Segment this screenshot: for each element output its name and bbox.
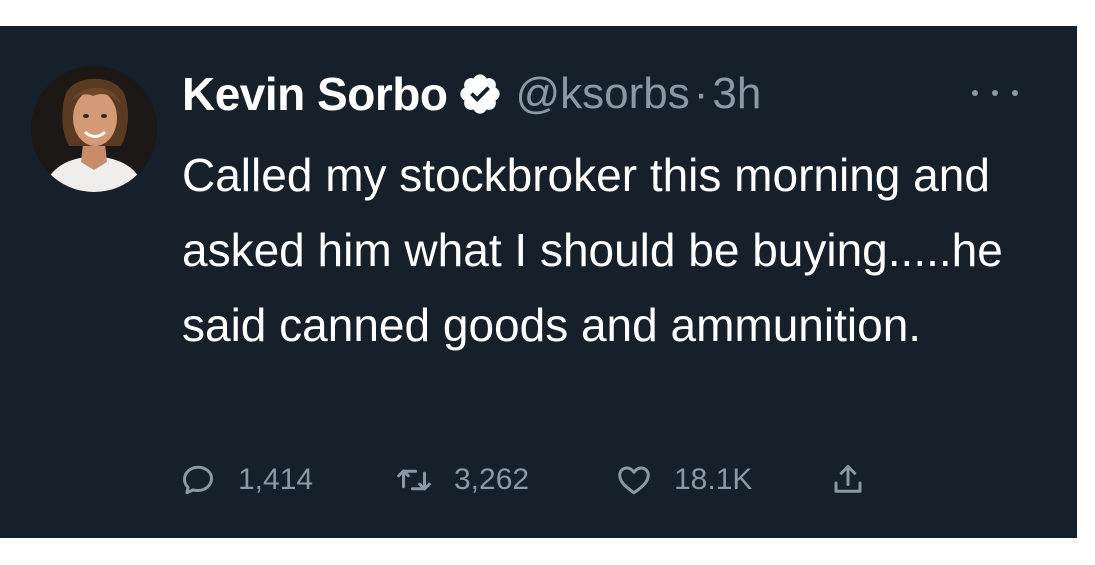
heart-icon [618,466,650,495]
like-count: 18.1K [674,463,753,496]
tweet-timestamp[interactable]: 3h [712,69,761,119]
reply-icon [183,465,213,495]
more-dot [992,90,998,96]
reply-button[interactable]: 1,414 [180,459,313,501]
retweet-count: 3,262 [454,463,530,496]
retweet-button[interactable]: 3,262 [396,459,529,501]
share-icon [834,465,862,493]
avatar[interactable] [31,66,157,192]
tweet-actions: 1,414 3,262 18.1K [180,459,900,501]
reply-count: 1,414 [238,463,314,496]
display-name[interactable]: Kevin Sorbo [182,67,448,121]
tweet-card: Kevin Sorbo @ksorbs · 3h Called my stock… [0,26,1077,538]
tweet-header: Kevin Sorbo @ksorbs · 3h [182,64,761,124]
verified-badge-icon [457,71,503,117]
more-icon[interactable] [972,78,1018,108]
retweet-icon [397,469,431,491]
header-separator: · [693,69,709,118]
user-handle[interactable]: @ksorbs [515,69,689,119]
more-dot [1012,90,1018,96]
more-dot [972,90,978,96]
share-button[interactable] [830,459,866,501]
like-button[interactable]: 18.1K [616,459,752,501]
tweet-text: Called my stockbroker this morning and a… [182,149,1003,351]
profile-photo [31,66,157,192]
